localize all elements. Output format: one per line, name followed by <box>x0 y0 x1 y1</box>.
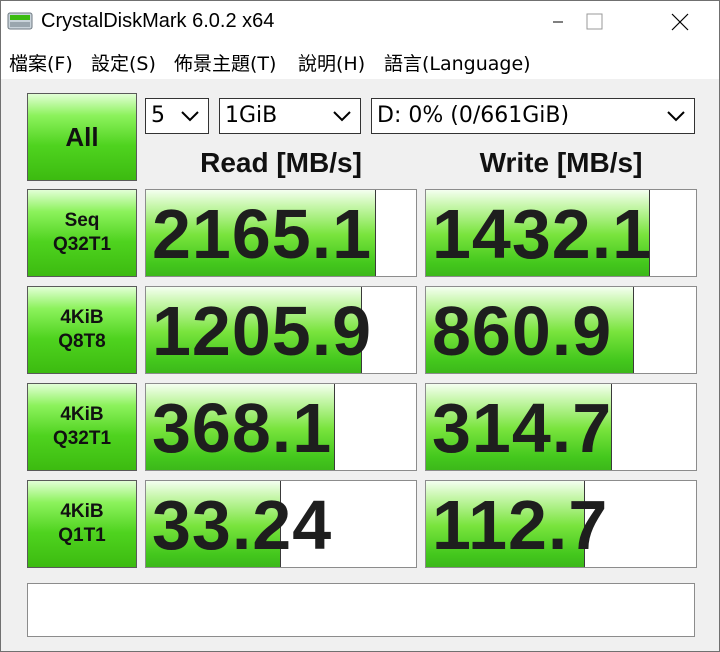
drive-value: D: 0% (0/661GiB) <box>377 103 570 128</box>
seq-q32t1-button[interactable]: Seq Q32T1 <box>27 189 137 277</box>
write-result-cell: 1432.1 <box>425 189 697 277</box>
write-value: 314.7 <box>432 389 613 467</box>
write-column-header: Write [MB/s] <box>479 147 643 178</box>
read-value: 33.24 <box>152 486 333 564</box>
maximize-icon[interactable] <box>573 1 619 43</box>
test-size-value: 1GiB <box>225 103 278 128</box>
read-result-cell: 1205.9 <box>145 286 417 374</box>
app-window: CrystalDiskMark 6.0.2 x64 檔案(F) 設定(S) 佈景… <box>0 0 720 652</box>
4kib-q32t1-button[interactable]: 4KiB Q32T1 <box>27 383 137 471</box>
menu-language[interactable]: 語言(Language) <box>384 49 531 76</box>
test-count-value: 5 <box>151 103 165 128</box>
write-value: 112.7 <box>432 486 609 564</box>
4kib-q1t1-button[interactable]: 4KiB Q1T1 <box>27 480 137 568</box>
close-icon[interactable] <box>657 1 703 43</box>
read-value: 368.1 <box>152 389 333 467</box>
read-value: 1205.9 <box>152 292 373 370</box>
read-value: 2165.1 <box>152 195 373 273</box>
run-all-button[interactable]: All <box>27 93 137 181</box>
write-result-cell: 860.9 <box>425 286 697 374</box>
menu-bar: 檔案(F) 設定(S) 佈景主題(T) 說明(H) 語言(Language) <box>1 43 719 79</box>
write-result-cell: 314.7 <box>425 383 697 471</box>
menu-theme[interactable]: 佈景主題(T) <box>174 49 276 76</box>
drive-select[interactable]: D: 0% (0/661GiB) <box>371 98 695 134</box>
comment-input[interactable] <box>27 583 695 637</box>
title-bar[interactable]: CrystalDiskMark 6.0.2 x64 <box>1 1 719 43</box>
read-result-cell: 368.1 <box>145 383 417 471</box>
main-panel: All 5 1GiB D: 0% (0/661GiB) Read [MB/s] … <box>9 81 713 647</box>
read-result-cell: 33.24 <box>145 480 417 568</box>
window-title: CrystalDiskMark 6.0.2 x64 <box>41 10 275 32</box>
4kib-q8t8-button[interactable]: 4KiB Q8T8 <box>27 286 137 374</box>
app-disk-icon <box>7 12 33 30</box>
read-result-cell: 2165.1 <box>145 189 417 277</box>
menu-file[interactable]: 檔案(F) <box>9 49 73 76</box>
test-count-select[interactable]: 5 <box>145 98 209 134</box>
test-size-select[interactable]: 1GiB <box>219 98 361 134</box>
menu-help[interactable]: 說明(H) <box>298 49 365 76</box>
write-result-cell: 112.7 <box>425 480 697 568</box>
chevron-down-icon <box>333 111 351 122</box>
chevron-down-icon <box>667 111 685 122</box>
write-value: 1432.1 <box>432 195 653 273</box>
write-value: 860.9 <box>432 292 613 370</box>
chevron-down-icon <box>181 111 199 122</box>
read-column-header: Read [MB/s] <box>200 147 362 178</box>
menu-settings[interactable]: 設定(S) <box>91 49 156 76</box>
